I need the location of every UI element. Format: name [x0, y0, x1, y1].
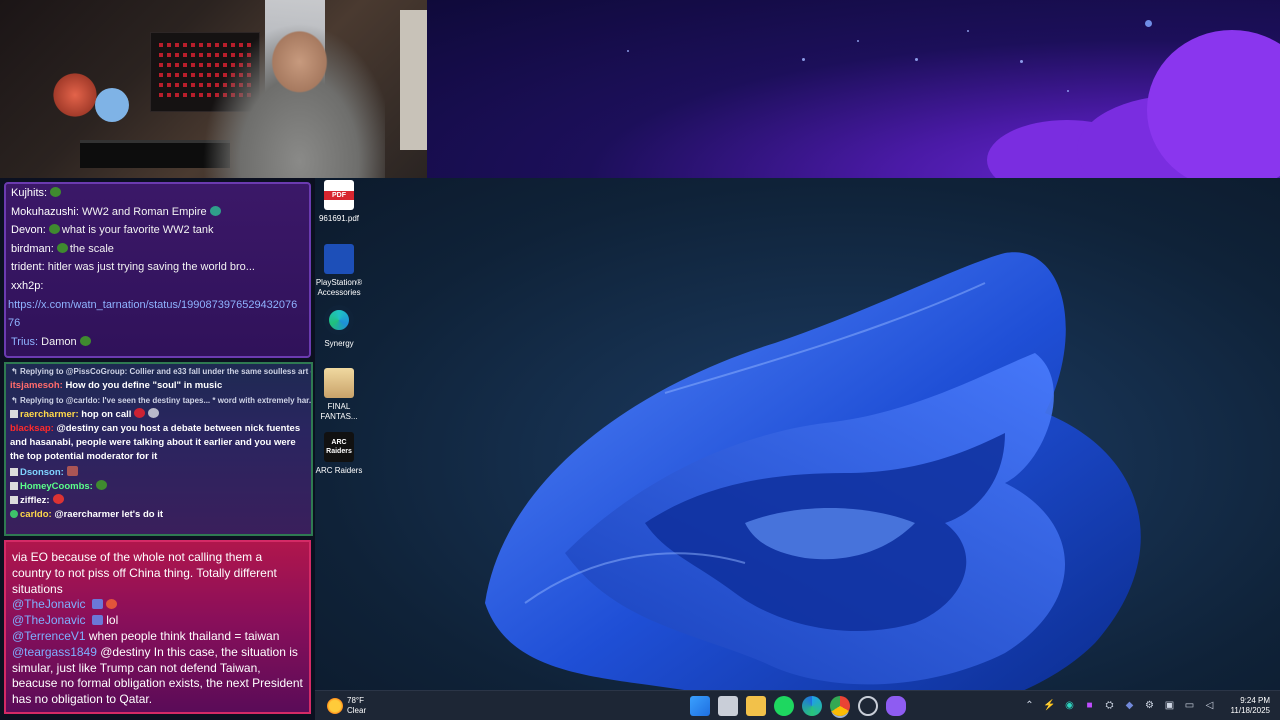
obs-icon[interactable]	[858, 696, 878, 716]
desktop-icon-label: 961691.pdf	[318, 214, 360, 223]
clock-time: 9:24 PM	[1240, 696, 1270, 705]
plush-toy	[95, 88, 129, 122]
emote-icon	[134, 408, 146, 418]
synergy-icon	[324, 305, 354, 335]
windows-bloom-wallpaper	[485, 252, 1141, 690]
emote-icon	[56, 242, 68, 253]
chat-message: Kujhits:	[6, 184, 309, 203]
network-icon[interactable]: ▭	[1183, 699, 1196, 712]
volume-icon[interactable]: ◁	[1203, 699, 1216, 712]
desktop-icon-label: ARC Raiders	[315, 466, 363, 475]
reply-context: ↰ Replying to @carldo: I've seen the des…	[11, 396, 311, 405]
chat-message: via EO because of the whole not calling …	[12, 550, 277, 596]
verified-badge-icon	[10, 510, 18, 518]
clock-date: 11/18/2025	[1230, 706, 1270, 715]
desktop-icon-label: Synergy	[324, 339, 354, 348]
chat-message: @TheJonavic lol	[12, 613, 119, 628]
file-explorer-icon[interactable]	[746, 696, 766, 716]
taskbar-apps	[690, 696, 906, 716]
start-icon[interactable]	[690, 696, 710, 716]
chat-message: blacksap: @destiny can you host a debate…	[10, 423, 301, 462]
chrome-icon[interactable]	[830, 696, 850, 716]
chat-message: xxh2p:	[11, 279, 44, 292]
circle-app-icon[interactable]: ◉	[1063, 699, 1076, 712]
purple-app-icon[interactable]: ■	[1083, 699, 1096, 712]
webcam-feed	[0, 0, 427, 178]
stream-banner	[427, 0, 1280, 205]
final-fantasy-icon	[324, 368, 354, 398]
badge-icon	[10, 468, 18, 476]
chat-panel-bottom: via EO because of the whole not calling …	[4, 540, 311, 714]
spotify-icon[interactable]	[774, 696, 794, 716]
chat-message: trident: hitler was just trying saving t…	[11, 261, 255, 274]
chat-link[interactable]: https://x.com/watn_tarnation/status/1990…	[6, 296, 309, 315]
emote-icon	[95, 480, 107, 490]
chat-message: raercharmer: hop on call	[6, 408, 311, 422]
screen: Kujhits: Mokuhazushi: WW2 and Roman Empi…	[0, 0, 1280, 720]
task-view-icon[interactable]	[718, 696, 738, 716]
flower-decoration	[50, 70, 100, 120]
chat-message: itsjamesoh: How do you define "soul" in …	[10, 380, 223, 391]
chat-message: @TheJonavic	[6, 597, 309, 613]
arc-raiders-icon: ARC Raiders	[324, 432, 354, 462]
chat-message: birdman: the scale	[11, 242, 114, 255]
weather-temp: 78°F	[347, 696, 364, 705]
system-tray: ⌃ ⚡ ◉ ■ ⛭ ◆ ⚙ ▣ ▭ ◁	[1023, 699, 1216, 712]
chat-panel-top: Kujhits: Mokuhazushi: WW2 and Roman Empi…	[4, 182, 311, 358]
badge-icon	[10, 410, 18, 418]
desktop-icon-final-fantasy[interactable]: FINAL FANTAS...	[315, 368, 366, 422]
desktop-icon-arc-raiders[interactable]: ARC Raiders ARC Raiders	[315, 432, 366, 476]
streamer	[195, 12, 385, 178]
app-tray-icon[interactable]: ▣	[1163, 699, 1176, 712]
chat-message: carldo: @raercharmer let's do it	[6, 508, 311, 522]
emote-icon	[91, 615, 103, 626]
pdf-file-icon: PDF	[324, 180, 354, 210]
chat-message: HomeyCoombs:	[6, 480, 311, 494]
chat-message: @TerrenceV1 when people think thailand =…	[12, 628, 280, 643]
emote-icon	[50, 187, 62, 197]
taskbar: 78°F Clear ⌃ ⚡ ◉ ■ ⛭ ◆ ⚙ ▣ ▭ ◁ 9:24 PM 1…	[315, 690, 1280, 720]
desktop: PDF 961691.pdf PlayStation® Accessories …	[315, 178, 1280, 690]
steam-icon[interactable]: ⛭	[1103, 699, 1116, 712]
desktop-icon-label: FINAL FANTAS...	[320, 402, 358, 421]
chat-message: Dsonson:	[6, 466, 311, 480]
badge-icon	[10, 482, 18, 490]
app-icon[interactable]	[886, 696, 906, 716]
desktop-icon-pdf[interactable]: PDF 961691.pdf	[315, 180, 366, 224]
desktop-icon-label: PlayStation® Accessories	[315, 278, 363, 297]
edge-icon[interactable]	[802, 696, 822, 716]
emote-icon	[79, 335, 91, 346]
badge-icon	[10, 496, 18, 504]
emote-icon	[209, 205, 221, 216]
discord-icon[interactable]: ◆	[1123, 699, 1136, 712]
weather-desc: Clear	[347, 706, 367, 715]
weather-widget[interactable]: 78°F Clear	[327, 695, 366, 717]
bolt-icon[interactable]: ⚡	[1043, 699, 1056, 712]
emote-icon	[148, 408, 160, 418]
clock[interactable]: 9:24 PM 11/18/2025	[1231, 696, 1270, 716]
chat-message: @teargass1849 @destiny In this case, the…	[12, 644, 303, 707]
chat-message: Trius: Damon	[6, 333, 309, 352]
emote-icon	[52, 494, 64, 504]
emote-icon	[48, 224, 60, 235]
emote-icon	[66, 466, 78, 476]
settings-icon[interactable]: ⚙	[1143, 699, 1156, 712]
chevron-up-icon[interactable]: ⌃	[1023, 699, 1036, 712]
desktop-icon-synergy[interactable]: Synergy	[315, 305, 366, 349]
lamp	[400, 10, 427, 150]
emote-icon	[105, 599, 117, 610]
desktop-icon-playstation[interactable]: PlayStation® Accessories	[315, 244, 366, 298]
weather-icon	[327, 698, 343, 714]
playstation-accessories-icon	[324, 244, 354, 274]
chat-link-continued[interactable]: 76	[6, 314, 309, 333]
chat-message: zifflez:	[6, 494, 311, 508]
chat-panel-middle: ↰ Replying to @PissCoGroup: Collier and …	[4, 362, 313, 536]
reply-context: ↰ Replying to @PissCoGroup: Collier and …	[11, 367, 311, 376]
chat-message: Devon: what is your favorite WW2 tank	[11, 224, 214, 237]
chat-message: Mokuhazushi: WW2 and Roman Empire	[6, 203, 309, 222]
emote-icon	[91, 599, 103, 610]
